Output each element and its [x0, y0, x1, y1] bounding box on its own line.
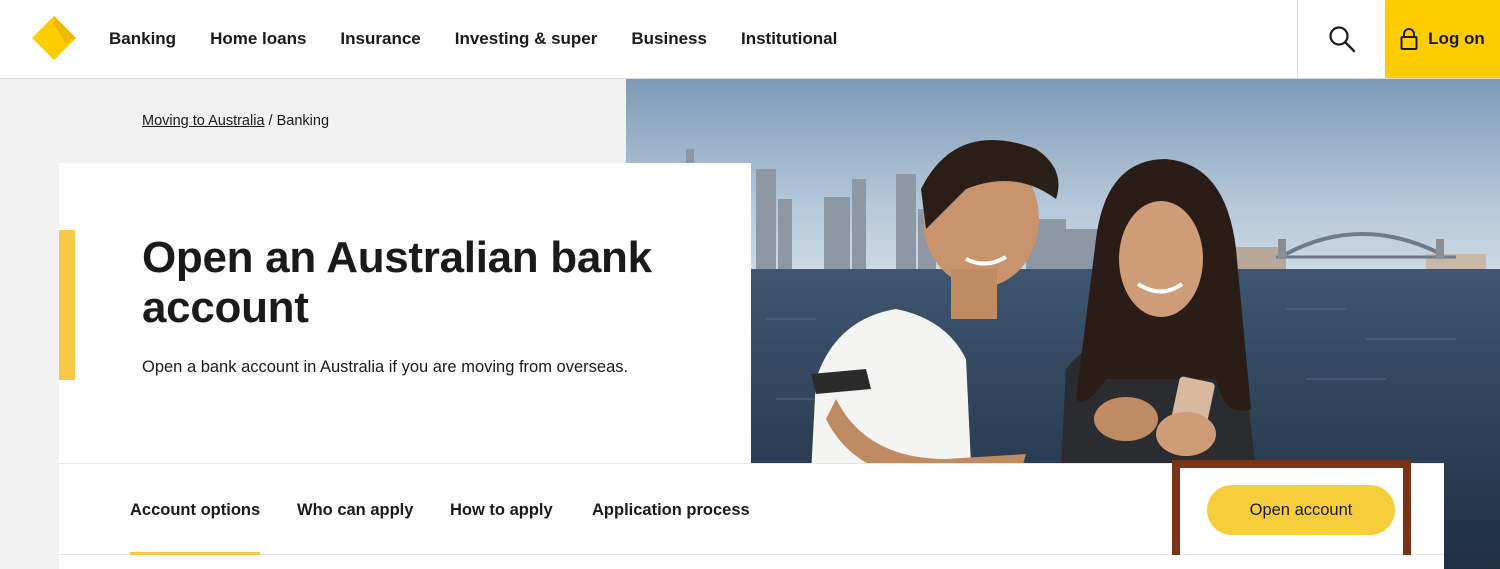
nav-investing-super[interactable]: Investing & super — [455, 29, 598, 49]
section-tab-bar: Account options Who can apply How to app… — [59, 463, 1444, 556]
nav-business[interactable]: Business — [631, 29, 707, 49]
accent-bar — [59, 230, 75, 380]
log-on-label: Log on — [1428, 29, 1485, 48]
tab-application-process[interactable]: Application process — [592, 464, 750, 556]
nav-home-loans[interactable]: Home loans — [210, 29, 306, 49]
search-icon — [1328, 26, 1355, 53]
lock-icon — [1400, 28, 1418, 50]
page-subtitle: Open a bank account in Australia if you … — [142, 358, 629, 376]
search-button[interactable] — [1297, 0, 1385, 78]
content-strip — [59, 555, 1444, 569]
site-header: Banking Home loans Insurance Investing &… — [0, 0, 1500, 79]
tab-who-can-apply[interactable]: Who can apply — [297, 464, 413, 556]
open-account-button[interactable]: Open account — [1207, 485, 1395, 535]
breadcrumb-separator: / — [268, 113, 273, 129]
page-title: Open an Australian bank account — [142, 233, 652, 332]
main-nav: Banking Home loans Insurance Investing &… — [109, 0, 871, 78]
breadcrumb-link-moving-to-australia[interactable]: Moving to Australia — [142, 113, 265, 129]
breadcrumb: Moving to Australia / Banking — [142, 113, 329, 129]
nav-insurance[interactable]: Insurance — [340, 29, 420, 49]
tab-account-options[interactable]: Account options — [130, 464, 261, 556]
breadcrumb-current: Banking — [276, 113, 330, 129]
log-on-button[interactable]: Log on — [1385, 0, 1500, 78]
commbank-logo-icon[interactable] — [30, 14, 78, 62]
nav-banking[interactable]: Banking — [109, 29, 176, 49]
nav-institutional[interactable]: Institutional — [741, 29, 837, 49]
tab-how-to-apply[interactable]: How to apply — [450, 464, 553, 556]
